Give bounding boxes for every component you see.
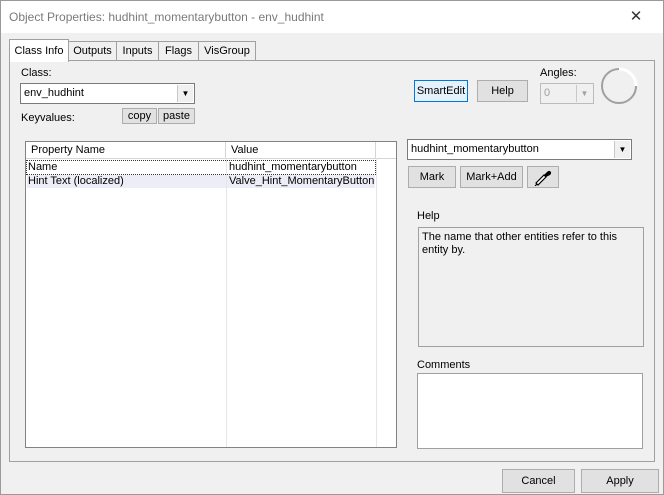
paste-label: paste bbox=[163, 110, 190, 122]
apply-label: Apply bbox=[606, 475, 634, 487]
tab-label: Inputs bbox=[122, 45, 153, 57]
copy-button[interactable]: copy bbox=[122, 108, 157, 124]
class-combo[interactable]: env_hudhint ▼ bbox=[20, 83, 195, 104]
cancel-button[interactable]: Cancel bbox=[502, 469, 575, 493]
mark-label: Mark bbox=[419, 171, 445, 183]
smartedit-label: SmartEdit bbox=[416, 85, 466, 97]
angles-label: Angles: bbox=[540, 67, 577, 79]
table-row[interactable]: Hint Text (localized) Valve_Hint_Momenta… bbox=[27, 175, 375, 188]
angles-value: 0 bbox=[544, 87, 551, 99]
class-label: Class: bbox=[21, 67, 52, 79]
class-value: env_hudhint bbox=[24, 87, 84, 99]
comments-textarea[interactable] bbox=[417, 373, 643, 449]
column-header-property-name[interactable]: Property Name bbox=[26, 142, 226, 158]
close-icon: ✕ bbox=[629, 8, 643, 25]
title-bar[interactable]: Object Properties: hudhint_momentarybutt… bbox=[1, 1, 663, 33]
column-divider bbox=[376, 158, 377, 447]
tab-outputs[interactable]: Outputs bbox=[68, 41, 117, 60]
value-combo-text: hudhint_momentarybutton bbox=[411, 143, 539, 155]
value-combo[interactable]: hudhint_momentarybutton ▼ bbox=[407, 139, 632, 160]
tab-label: Flags bbox=[165, 45, 192, 57]
tab-class-info[interactable]: Class Info bbox=[9, 39, 69, 62]
chevron-down-icon[interactable]: ▼ bbox=[614, 141, 630, 158]
object-properties-window: Object Properties: hudhint_momentarybutt… bbox=[0, 0, 664, 495]
comments-title: Comments bbox=[417, 359, 471, 371]
table-header: Property Name Value bbox=[26, 142, 396, 159]
paste-button[interactable]: paste bbox=[158, 108, 195, 124]
eyedropper-button[interactable] bbox=[527, 166, 559, 188]
table-row[interactable]: Name hudhint_momentarybutton bbox=[26, 160, 376, 175]
keyvalues-table[interactable]: Property Name Value Name hudhint_momenta… bbox=[25, 141, 397, 448]
copy-label: copy bbox=[127, 110, 152, 122]
cancel-label: Cancel bbox=[521, 475, 556, 487]
tab-flags[interactable]: Flags bbox=[158, 41, 199, 60]
help-text: The name that other entities refer to th… bbox=[422, 231, 618, 256]
mark-add-label: Mark+Add bbox=[466, 171, 517, 183]
angle-dial-icon[interactable] bbox=[599, 66, 639, 106]
window-title: Object Properties: hudhint_momentarybutt… bbox=[9, 10, 324, 24]
property-value-cell: Valve_Hint_MomentaryButton bbox=[229, 175, 375, 187]
tab-label: VisGroup bbox=[204, 45, 250, 57]
smartedit-button[interactable]: SmartEdit bbox=[414, 80, 468, 102]
column-divider bbox=[226, 158, 227, 447]
tab-inputs[interactable]: Inputs bbox=[116, 41, 159, 60]
property-value-cell: hudhint_momentarybutton bbox=[229, 161, 357, 173]
help-button[interactable]: Help bbox=[477, 80, 528, 102]
property-name-cell: Name bbox=[28, 161, 58, 173]
chevron-down-icon[interactable]: ▼ bbox=[177, 85, 193, 102]
chevron-down-icon[interactable]: ▼ bbox=[576, 85, 592, 102]
tab-label: Outputs bbox=[73, 45, 112, 57]
angles-combo[interactable]: 0 ▼ bbox=[540, 83, 594, 104]
eyedropper-icon bbox=[534, 170, 552, 186]
keyvalues-label: Keyvalues: bbox=[21, 112, 75, 124]
close-button[interactable]: ✕ bbox=[613, 1, 659, 31]
tab-label: Class Info bbox=[14, 45, 64, 57]
apply-button[interactable]: Apply bbox=[581, 469, 659, 493]
property-name-cell: Hint Text (localized) bbox=[28, 175, 124, 187]
help-text-area: The name that other entities refer to th… bbox=[418, 227, 644, 347]
help-title: Help bbox=[417, 210, 440, 222]
mark-add-button[interactable]: Mark+Add bbox=[460, 166, 523, 188]
column-header-value[interactable]: Value bbox=[226, 142, 376, 158]
tab-visgroup[interactable]: VisGroup bbox=[198, 41, 256, 60]
help-button-label: Help bbox=[491, 85, 514, 97]
mark-button[interactable]: Mark bbox=[408, 166, 456, 188]
